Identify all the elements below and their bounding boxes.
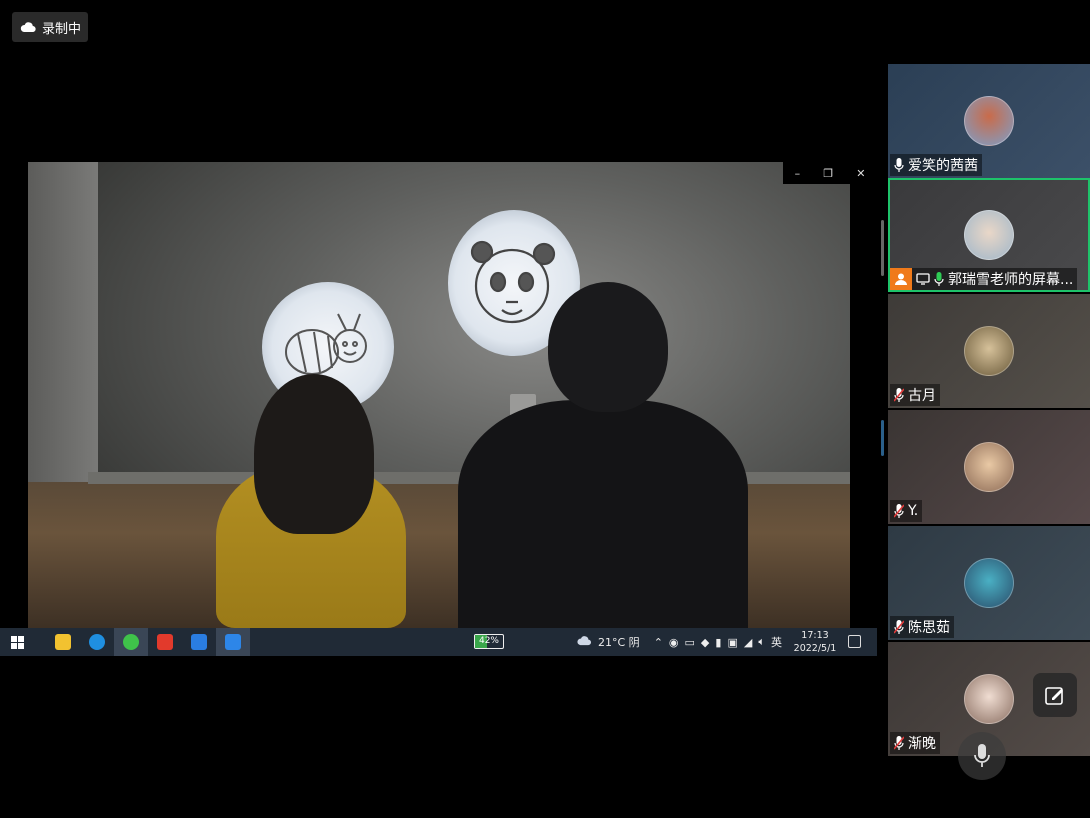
chevron-up-icon[interactable]: ⌃ — [654, 636, 663, 649]
notification-icon[interactable] — [848, 635, 861, 648]
microphone-muted-icon — [894, 736, 904, 750]
weather-cloud-icon — [576, 635, 592, 649]
microphone-muted-icon — [894, 620, 904, 634]
participant-name: 渐晚 — [908, 736, 936, 752]
avatar — [964, 558, 1014, 608]
participant-name-bar: 渐晚 — [890, 732, 940, 754]
clock-date: 2022/5/1 — [793, 643, 837, 654]
avatar — [964, 442, 1014, 492]
participant-tile[interactable]: 爱笑的茜茜 — [888, 64, 1090, 178]
file-explorer-icon[interactable] — [46, 628, 80, 656]
participant-name-bar: Y. — [890, 500, 923, 522]
recording-badge[interactable]: 录制中 — [12, 12, 88, 42]
microphone-icon — [894, 158, 904, 172]
participant-name: 郭瑞雪老师的屏幕... — [948, 272, 1074, 288]
wifi-icon[interactable]: ◢ — [744, 636, 752, 649]
adult-figure — [458, 400, 748, 628]
adult-head — [548, 282, 668, 412]
avatar — [964, 326, 1014, 376]
battery-indicator[interactable]: 42% — [474, 634, 504, 649]
avatar — [964, 674, 1014, 724]
system-tray: 21°C 阴 ⌃ ◉ ▭ ◆ ▮ ▣ ◢ 🔈︎ 英 — [576, 628, 782, 656]
cloud-icon — [20, 22, 36, 33]
wechat-icon[interactable] — [114, 628, 148, 656]
display-icon[interactable]: ▣ — [727, 636, 737, 649]
restore-button[interactable]: ❐ — [823, 167, 833, 180]
battery-percent: 42% — [478, 636, 499, 646]
participant-name-bar: 陈思茹 — [890, 616, 954, 638]
wps-icon[interactable] — [148, 628, 182, 656]
screen-share-icon — [916, 273, 930, 285]
microphone-large-icon — [974, 744, 990, 767]
volume-icon[interactable]: 🔈︎ — [758, 635, 765, 649]
close-button[interactable]: ✕ — [856, 167, 865, 180]
participant-tile[interactable]: Y. — [888, 410, 1090, 524]
photos-app-icon[interactable] — [182, 628, 216, 656]
participant-name: 爱笑的茜茜 — [908, 158, 978, 174]
shared-screen[interactable]: – ❐ ✕ 42% 21°C 阴 ⌃ ◉ ▭ ◆ ▮ ▣ ◢ 🔈︎ 英 17:1… — [0, 162, 877, 656]
taskbar-clock[interactable]: 17:13 2022/5/1 — [790, 629, 840, 655]
microphone-button[interactable] — [958, 732, 1006, 780]
avatar — [964, 96, 1014, 146]
recording-label: 录制中 — [42, 21, 82, 37]
host-icon — [890, 268, 912, 290]
participant-name: Y. — [908, 503, 919, 519]
minimize-button[interactable]: – — [795, 167, 801, 180]
participant-name-bar: 古月 — [890, 384, 940, 406]
microphone-muted-icon — [894, 388, 904, 402]
battery-small-icon[interactable]: ▭ — [685, 636, 695, 649]
record-dot-icon[interactable]: ◉ — [669, 636, 679, 649]
participant-name: 陈思茹 — [908, 620, 950, 636]
participant-name-bar: 郭瑞雪老师的屏幕... — [890, 268, 1078, 290]
scrollbar-thumb-bottom[interactable] — [881, 420, 884, 456]
edge-browser-icon[interactable] — [80, 628, 114, 656]
ime-indicator[interactable]: 英 — [771, 634, 782, 650]
usb-icon[interactable]: ▮ — [715, 636, 721, 649]
window-controls: – ❐ ✕ — [783, 162, 877, 184]
participant-name: 古月 — [908, 388, 936, 404]
pen-edit-icon — [1045, 687, 1063, 705]
scrollbar[interactable] — [877, 220, 887, 470]
participant-name-bar: 爱笑的茜茜 — [890, 154, 982, 176]
avatar — [964, 210, 1014, 260]
participant-tile-active[interactable]: 郭瑞雪老师的屏幕... — [888, 178, 1090, 292]
microphone-muted-icon — [894, 504, 904, 518]
windows-taskbar: 42% 21°C 阴 ⌃ ◉ ▭ ◆ ▮ ▣ ◢ 🔈︎ 英 17:13 2022… — [0, 628, 877, 656]
participant-tile[interactable]: 陈思茹 — [888, 526, 1090, 640]
shared-video — [28, 162, 850, 628]
child-hair — [254, 374, 374, 534]
scrollbar-thumb-top[interactable] — [881, 220, 884, 276]
annotate-button[interactable] — [1033, 673, 1077, 717]
participant-tile[interactable]: 古月 — [888, 294, 1090, 408]
windows-start-icon[interactable] — [0, 628, 34, 656]
microphone-active-icon — [934, 272, 944, 286]
security-icon[interactable]: ◆ — [701, 636, 709, 649]
weather-text[interactable]: 21°C 阴 — [598, 634, 640, 650]
meeting-app-icon[interactable] — [216, 628, 250, 656]
clock-time: 17:13 — [801, 630, 829, 641]
